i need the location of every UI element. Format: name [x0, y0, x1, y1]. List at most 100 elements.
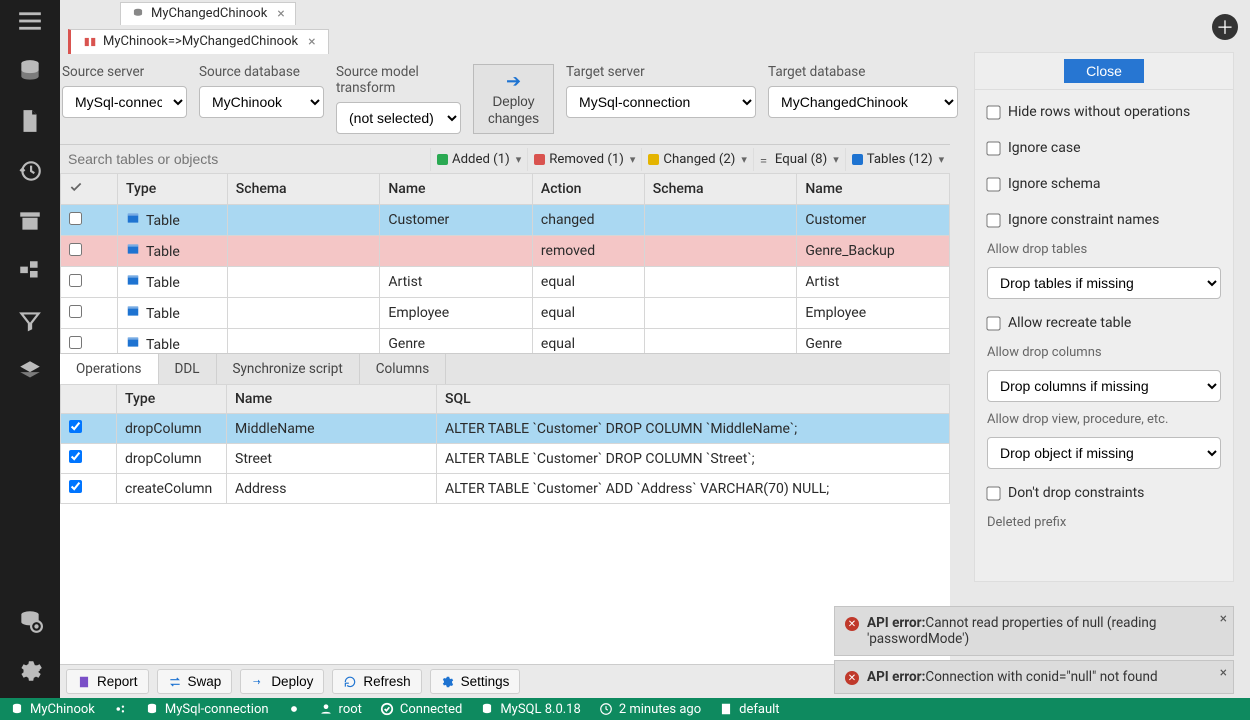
- close-icon[interactable]: ×: [1220, 611, 1227, 627]
- plugin-icon[interactable]: [17, 258, 43, 284]
- row-checkbox[interactable]: [69, 212, 82, 225]
- deploy-button[interactable]: Deploy: [240, 669, 324, 694]
- search-input[interactable]: [60, 145, 430, 173]
- source-db-select[interactable]: MyChinook: [199, 86, 324, 118]
- close-button[interactable]: Close: [1064, 59, 1144, 83]
- hide-rows-checkbox[interactable]: Hide rows without operations: [975, 98, 1233, 126]
- op-col-name: Name: [227, 385, 437, 414]
- operation-row[interactable]: dropColumnMiddleNameALTER TABLE `Custome…: [61, 414, 950, 444]
- filter-icon[interactable]: [17, 308, 43, 334]
- refresh-button[interactable]: Refresh: [332, 669, 421, 694]
- history-icon[interactable]: [17, 158, 43, 184]
- swap-button[interactable]: Swap: [157, 669, 233, 694]
- dont-drop-constraints-checkbox[interactable]: Don't drop constraints: [975, 479, 1233, 507]
- row-checkbox[interactable]: [69, 336, 82, 349]
- ignore-constraints-checkbox[interactable]: Ignore constraint names: [975, 206, 1233, 234]
- col-type: Type: [117, 174, 227, 205]
- status-group: default: [719, 702, 779, 717]
- ignore-case-checkbox[interactable]: Ignore case: [975, 134, 1233, 162]
- row-checkbox[interactable]: [69, 243, 82, 256]
- select-all-header[interactable]: [61, 174, 118, 205]
- target-server-label: Target server: [566, 62, 756, 82]
- table-row[interactable]: Table ArtistequalArtist: [61, 267, 950, 298]
- op-checkbox[interactable]: [69, 450, 82, 463]
- source-db-label: Source database: [199, 62, 324, 82]
- target-server-select[interactable]: MySql-connection: [566, 86, 756, 118]
- top-tab[interactable]: MyChangedChinook ×: [120, 2, 296, 25]
- file-icon[interactable]: [17, 108, 43, 134]
- op-col-type: Type: [117, 385, 227, 414]
- removed-chip[interactable]: Removed (1)▾: [527, 148, 641, 171]
- changed-chip[interactable]: Changed (2)▾: [641, 148, 752, 171]
- equal-icon: =: [760, 154, 771, 165]
- settings-icon[interactable]: [17, 658, 43, 684]
- menu-icon[interactable]: [17, 8, 43, 34]
- settings-button[interactable]: Settings: [430, 669, 521, 694]
- status-connection[interactable]: MySql-connection: [145, 702, 269, 717]
- report-button[interactable]: Report: [66, 669, 149, 694]
- tab-ddl[interactable]: DDL: [159, 354, 217, 384]
- tab-synchronize-script[interactable]: Synchronize script: [217, 354, 360, 384]
- allow-drop-tables-select[interactable]: Drop tables if missing: [987, 267, 1221, 299]
- ignore-schema-checkbox[interactable]: Ignore schema: [975, 170, 1233, 198]
- status-server: MySQL 8.0.18: [480, 702, 580, 717]
- arrow-right-icon: ➔: [506, 71, 521, 92]
- row-checkbox[interactable]: [69, 305, 82, 318]
- allow-drop-tables-label: Allow drop tables: [975, 242, 1233, 257]
- chevron-down-icon: ▾: [741, 153, 747, 166]
- chevron-down-icon: ▾: [833, 153, 839, 166]
- layers-icon[interactable]: [17, 358, 43, 384]
- allow-recreate-checkbox[interactable]: Allow recreate table: [975, 309, 1233, 337]
- add-button[interactable]: ＋: [1212, 14, 1238, 40]
- op-checkbox[interactable]: [69, 480, 82, 493]
- chevron-down-icon: ▾: [516, 153, 522, 166]
- close-icon[interactable]: ×: [308, 34, 315, 50]
- col-schema1: Schema: [227, 174, 380, 205]
- operation-row[interactable]: dropColumnStreetALTER TABLE `Customer` D…: [61, 444, 950, 474]
- monitor-icon[interactable]: [17, 608, 43, 634]
- table-row[interactable]: Table removedGenre_Backup: [61, 236, 950, 267]
- database-small-icon: [131, 7, 145, 21]
- table-icon: [126, 335, 140, 349]
- source-server-select[interactable]: MySql-connection: [62, 86, 187, 118]
- allow-drop-cols-label: Allow drop columns: [975, 345, 1233, 360]
- archive-icon[interactable]: [17, 208, 43, 234]
- compare-icon: [83, 35, 97, 49]
- error-toast: ✕ API error:Cannot read properties of nu…: [834, 606, 1234, 656]
- target-db-label: Target database: [768, 62, 958, 82]
- target-db-select[interactable]: MyChangedChinook: [768, 86, 958, 118]
- equal-chip[interactable]: =Equal (8)▾: [753, 148, 845, 171]
- status-db[interactable]: MyChinook: [10, 702, 95, 717]
- col-action: Action: [532, 174, 644, 205]
- operation-row[interactable]: createColumnAddressALTER TABLE `Customer…: [61, 474, 950, 504]
- document-tab[interactable]: MyChinook=>MyChangedChinook ×: [68, 29, 329, 54]
- status-user: root: [319, 702, 362, 717]
- error-icon: ✕: [845, 617, 859, 631]
- deleted-prefix-label: Deleted prefix: [975, 515, 1233, 530]
- error-icon: ✕: [845, 671, 859, 685]
- table-icon: [126, 273, 140, 287]
- allow-drop-obj-select[interactable]: Drop object if missing: [987, 437, 1221, 469]
- col-name2: Name: [797, 174, 950, 205]
- top-tab-label: MyChangedChinook: [151, 6, 267, 21]
- row-checkbox[interactable]: [69, 274, 82, 287]
- document-tab-label: MyChinook=>MyChangedChinook: [103, 34, 298, 49]
- status-dot-icon: [437, 154, 448, 165]
- deploy-changes-button[interactable]: ➔ Deploy changes: [473, 64, 554, 134]
- table-row[interactable]: Table EmployeeequalEmployee: [61, 298, 950, 329]
- tables-chip[interactable]: Tables (12)▾: [845, 148, 950, 171]
- table-row[interactable]: Table GenreequalGenre: [61, 329, 950, 354]
- tab-operations[interactable]: Operations: [60, 354, 159, 384]
- status-dot-icon: [534, 154, 545, 165]
- added-chip[interactable]: Added (1)▾: [430, 148, 527, 171]
- status-app-icon[interactable]: [113, 702, 127, 716]
- tab-columns[interactable]: Columns: [360, 354, 446, 384]
- transform-select[interactable]: (not selected): [336, 102, 461, 134]
- table-row[interactable]: Table CustomerchangedCustomer: [61, 205, 950, 236]
- close-icon[interactable]: ×: [1220, 665, 1227, 681]
- status-conn-icon[interactable]: [287, 702, 301, 716]
- database-icon[interactable]: [17, 58, 43, 84]
- allow-drop-cols-select[interactable]: Drop columns if missing: [987, 370, 1221, 402]
- close-icon[interactable]: ×: [277, 6, 284, 22]
- op-checkbox[interactable]: [69, 420, 82, 433]
